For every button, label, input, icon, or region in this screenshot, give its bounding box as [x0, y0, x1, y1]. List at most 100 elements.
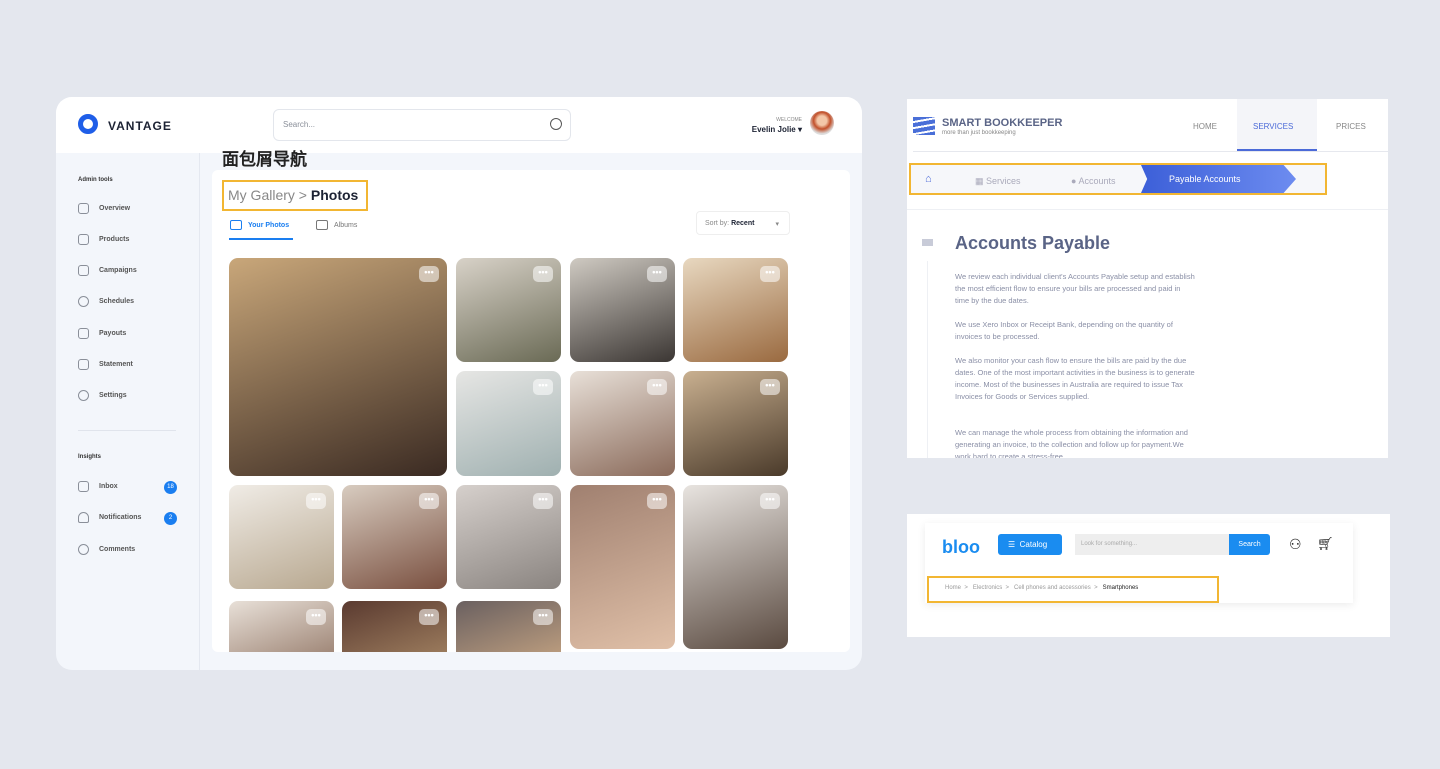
photo-tile[interactable]: •••	[683, 485, 788, 649]
brand: SMART BOOKKEEPER	[942, 117, 1063, 129]
sidebar-item-campaigns[interactable]: Campaigns	[78, 265, 137, 276]
breadcrumb-parent[interactable]: My Gallery	[228, 187, 295, 203]
more-options-icon[interactable]: •••	[533, 379, 553, 395]
more-options-icon[interactable]: •••	[306, 493, 326, 509]
tab-your-photos[interactable]: Your Photos	[230, 220, 289, 230]
sidebar-item-overview[interactable]: Overview	[78, 203, 130, 214]
photo-tile[interactable]: •••	[456, 371, 561, 476]
catalog-button[interactable]: ☰ Catalog	[998, 534, 1062, 555]
gallery-panel: My Gallery > Photos Your Photos Albums S…	[212, 170, 850, 652]
search-input[interactable]: Look for something...	[1075, 534, 1229, 555]
label: Schedules	[99, 298, 135, 305]
sidebar-item-products[interactable]: Products	[78, 234, 129, 245]
tab-albums[interactable]: Albums	[316, 220, 357, 230]
inbox-badge: 18	[164, 481, 177, 494]
home-icon[interactable]: ⌂	[925, 173, 932, 185]
cart-icon[interactable]: 🛒︎	[1317, 536, 1334, 552]
photo-tile[interactable]: •••	[342, 485, 447, 589]
avatar[interactable]	[810, 111, 834, 135]
more-options-icon[interactable]: •••	[647, 493, 667, 509]
more-options-icon[interactable]: •••	[419, 609, 439, 625]
user-menu[interactable]: Evelin Jolie ▾	[752, 125, 802, 134]
photo-tile[interactable]: •••	[456, 258, 561, 362]
crumb-current: Smartphones	[1102, 585, 1139, 591]
tagline: more than just bookkeeping	[942, 130, 1016, 136]
page-title: Accounts Payable	[955, 233, 1111, 253]
label: Services	[986, 176, 1021, 186]
more-options-icon[interactable]: •••	[533, 493, 553, 509]
photo-tile[interactable]: •••	[342, 601, 447, 652]
photo-tile[interactable]: •••	[570, 371, 675, 476]
divider	[907, 209, 1388, 210]
more-options-icon[interactable]: •••	[419, 266, 439, 282]
photo-tile[interactable]: •••	[570, 485, 675, 649]
crumb-electronics[interactable]: Electronics	[973, 585, 1002, 591]
photo-tile[interactable]: •••	[229, 485, 334, 589]
sidebar-item-payouts[interactable]: Payouts	[78, 328, 126, 339]
more-options-icon[interactable]: •••	[419, 493, 439, 509]
label: Settings	[99, 392, 127, 399]
crumb-accounts[interactable]: ● Accounts	[1071, 176, 1115, 186]
sidebar-item-notifications[interactable]: Notifications	[78, 512, 141, 523]
photo-tile[interactable]: •••	[570, 258, 675, 362]
bag-icon	[78, 234, 89, 245]
chart-icon	[78, 203, 89, 214]
photo-tile[interactable]: •••	[456, 601, 561, 652]
paragraph: We can manage the whole process from obt…	[955, 428, 1188, 458]
sidebar-item-schedules[interactable]: Schedules	[78, 296, 134, 307]
more-options-icon[interactable]: •••	[760, 493, 780, 509]
compass-icon	[78, 296, 89, 307]
bloo-site: bloo ☰ Catalog Look for something... Sea…	[907, 514, 1390, 637]
divider	[913, 151, 1388, 152]
more-options-icon[interactable]: •••	[647, 379, 667, 395]
user-icon[interactable]: ⚇	[1289, 536, 1302, 553]
search-button[interactable]: Search	[1229, 534, 1270, 555]
label: Your Photos	[248, 221, 290, 229]
gallery-icon	[316, 220, 328, 230]
card-icon	[922, 239, 933, 246]
search-input[interactable]: Search...	[273, 109, 571, 141]
crumb-cell-phones[interactable]: Cell phones and accessories	[1014, 585, 1091, 591]
photo-tile[interactable]: •••	[456, 485, 561, 589]
document-icon	[78, 359, 89, 370]
sidebar-item-statement[interactable]: Statement	[78, 359, 133, 370]
welcome-label: WELCOME	[776, 117, 802, 123]
label: Comments	[99, 546, 136, 553]
sidebar-item-settings[interactable]: Settings	[78, 390, 127, 401]
active-tab-indicator	[229, 238, 293, 240]
photo-tile[interactable]: •••	[683, 258, 788, 362]
divider	[78, 430, 176, 431]
crumb-services[interactable]: ▦ Services	[975, 176, 1021, 187]
paragraph: We use Xero Inbox or Receipt Bank, depen…	[955, 320, 1173, 341]
paragraph: We review each individual client's Accou…	[955, 272, 1195, 305]
label: Sort by:	[705, 220, 730, 227]
nav-services[interactable]: SERVICES	[1253, 122, 1293, 131]
more-options-icon[interactable]: •••	[647, 266, 667, 282]
bookkeeper-site: SMART BOOKKEEPER more than just bookkeep…	[907, 99, 1388, 458]
sidebar-item-comments[interactable]: Comments	[78, 544, 135, 555]
brand: bloo	[942, 537, 980, 557]
photo-tile[interactable]: •••	[229, 601, 334, 652]
more-options-icon[interactable]: •••	[533, 266, 553, 282]
search-icon[interactable]	[550, 118, 562, 130]
photo-tile[interactable]: •••	[683, 371, 788, 476]
more-options-icon[interactable]: •••	[533, 609, 553, 625]
nav-home[interactable]: HOME	[1193, 122, 1217, 131]
breadcrumb-separator: >	[294, 187, 311, 203]
more-options-icon[interactable]: •••	[306, 609, 326, 625]
nav-prices[interactable]: PRICES	[1336, 122, 1366, 131]
more-options-icon[interactable]: •••	[760, 379, 780, 395]
sidebar: Admin tools Overview Products Campaigns …	[56, 153, 200, 670]
label: Payable Accounts	[1169, 174, 1241, 184]
vantage-app: VANTAGE Search... WELCOME Evelin Jolie ▾…	[56, 97, 862, 670]
sort-dropdown[interactable]: Sort by: Recent ▾	[696, 211, 790, 235]
search-placeholder: Search...	[283, 120, 316, 129]
sidebar-item-inbox[interactable]: Inbox	[78, 481, 118, 492]
photo-tile[interactable]: •••	[229, 258, 447, 476]
label: Overview	[99, 205, 131, 212]
brand: VANTAGE	[108, 119, 172, 133]
more-options-icon[interactable]: •••	[760, 266, 780, 282]
crumb-home[interactable]: Home	[945, 585, 961, 591]
section-insights: Insights	[78, 454, 102, 460]
label: Campaigns	[99, 267, 137, 274]
